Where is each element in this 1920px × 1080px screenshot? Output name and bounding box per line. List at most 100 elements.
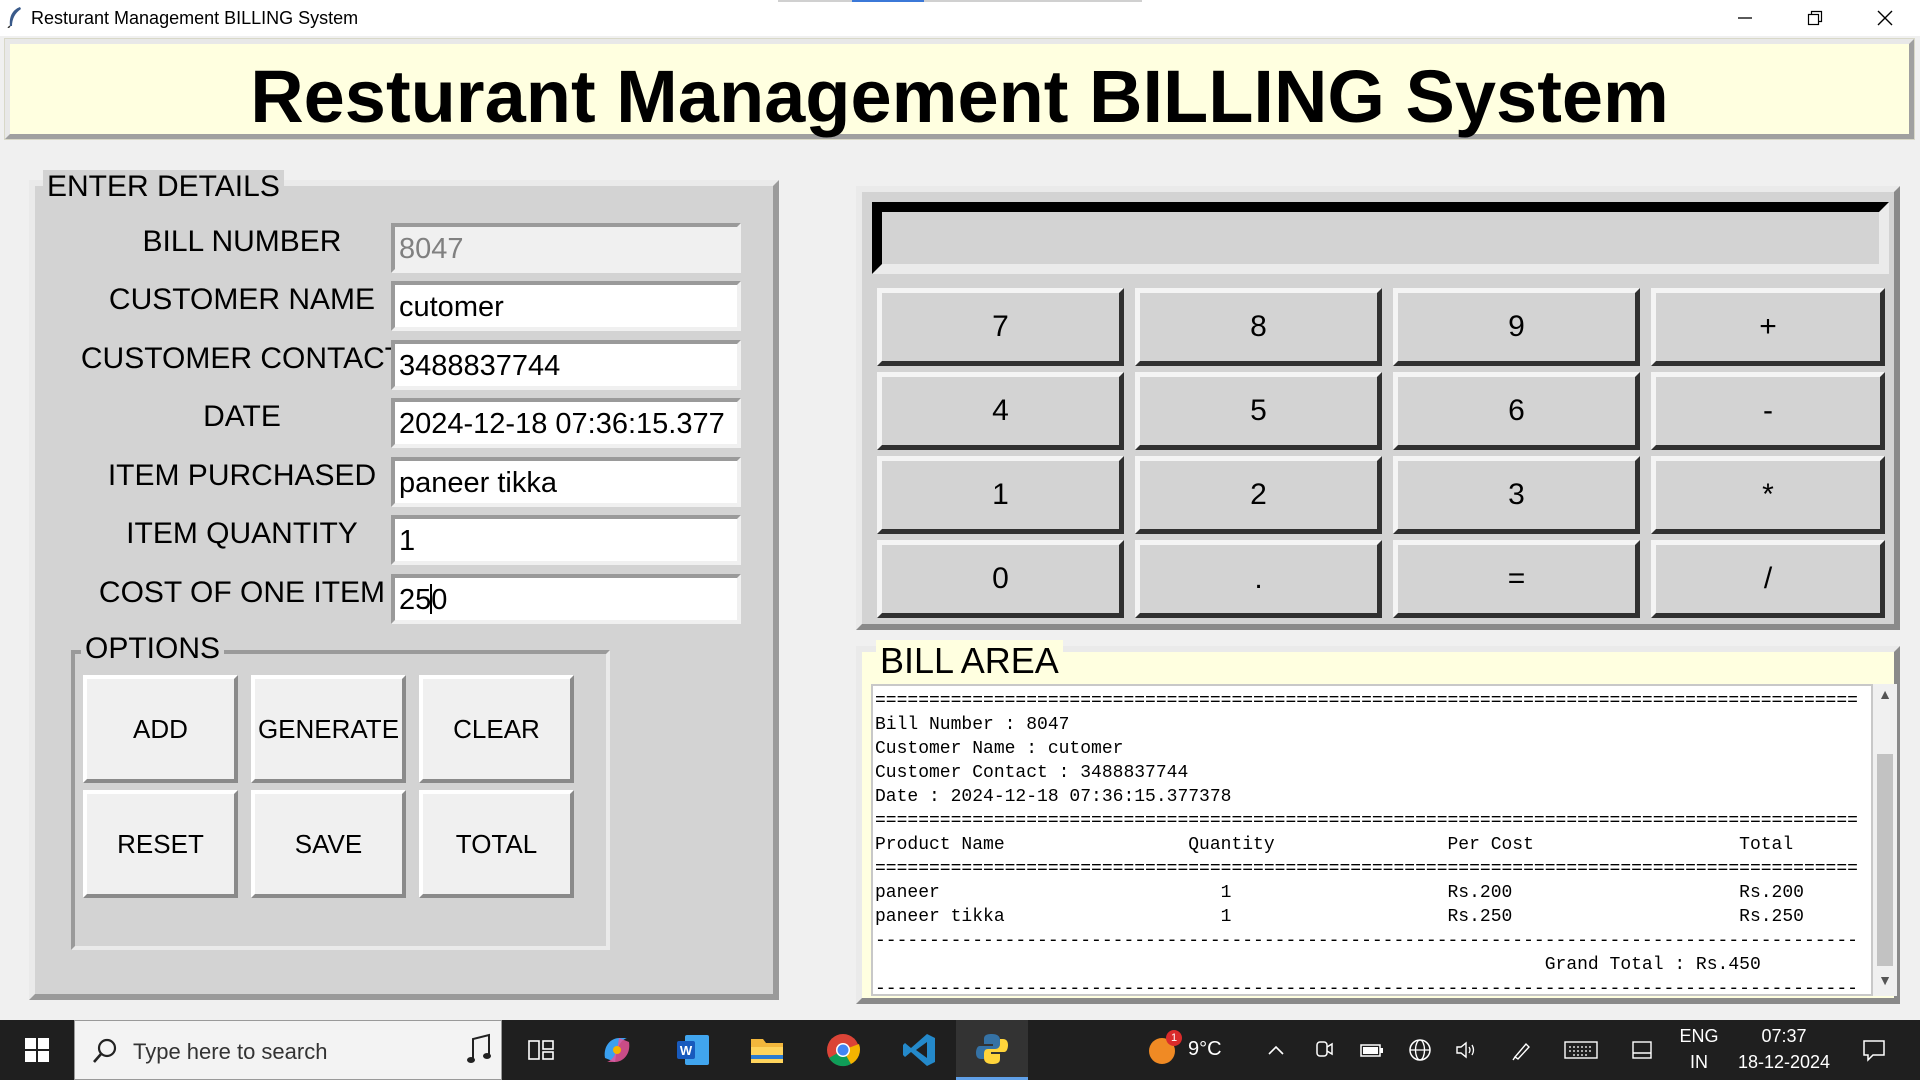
item-quantity-field[interactable]: 1 [391, 515, 741, 565]
calc-key-1[interactable]: 1 [877, 456, 1124, 534]
tablet-icon [1632, 1041, 1652, 1059]
weather-widget[interactable]: 1 [1140, 1020, 1184, 1080]
total-button[interactable]: TOTAL [419, 790, 574, 898]
bill-textarea[interactable]: ========================================… [871, 684, 1873, 996]
date-field[interactable]: 2024-12-18 07:36:15.377 [391, 398, 741, 448]
header-banner: Resturant Management BILLING System [4, 38, 1915, 140]
date-label: DATE [203, 400, 281, 433]
keyboard-icon [1564, 1041, 1598, 1059]
file-explorer-button[interactable] [742, 1020, 792, 1080]
customer-contact-label: CUSTOMER CONTACT [80, 342, 404, 375]
volume-tray[interactable] [1452, 1020, 1480, 1080]
page-title: Resturant Management BILLING System [250, 55, 1669, 138]
reset-button[interactable]: RESET [83, 790, 238, 898]
bill-area-frame: BILL AREA ==============================… [856, 640, 1900, 1004]
copilot-icon [604, 1038, 630, 1062]
meet-tray[interactable] [1310, 1020, 1338, 1080]
start-button[interactable] [10, 1020, 64, 1080]
calculator-display[interactable] [872, 202, 1889, 274]
calc-key-multiply[interactable]: * [1651, 456, 1885, 534]
windows-start-icon [25, 1038, 49, 1062]
clock-date[interactable]: 18-12-2024 [1732, 1052, 1836, 1073]
python-app-button[interactable] [956, 1020, 1028, 1080]
pen-tray[interactable] [1508, 1020, 1536, 1080]
minimize-button[interactable] [1710, 0, 1780, 36]
calc-key-3[interactable]: 3 [1393, 456, 1640, 534]
copilot-button[interactable] [592, 1020, 642, 1080]
calc-key-2[interactable]: 2 [1135, 456, 1382, 534]
calc-key-7[interactable]: 7 [877, 288, 1124, 366]
search-placeholder: Type here to search [133, 1039, 328, 1064]
search-icon [93, 1038, 117, 1063]
calc-key-4[interactable]: 4 [877, 372, 1124, 450]
item-purchased-label: ITEM PURCHASED [107, 459, 377, 492]
battery-tray[interactable] [1358, 1020, 1386, 1080]
restore-button[interactable] [1780, 0, 1850, 36]
enter-details-legend: ENTER DETAILS [43, 170, 284, 204]
clock-time[interactable]: 07:37 [1732, 1026, 1836, 1047]
word-button[interactable]: W [668, 1020, 718, 1080]
save-button[interactable]: SAVE [251, 790, 406, 898]
calc-key-0[interactable]: 0 [877, 540, 1124, 618]
language-line1[interactable]: ENG [1676, 1026, 1722, 1047]
customer-name-field[interactable]: cutomer [391, 281, 741, 331]
calc-key-equals[interactable]: = [1393, 540, 1640, 618]
scroll-up-icon[interactable]: ▲ [1873, 686, 1897, 708]
restore-icon [1807, 10, 1823, 26]
notifications-icon [1863, 1040, 1885, 1062]
tablet-tray[interactable] [1628, 1020, 1656, 1080]
vscode-icon [903, 1034, 935, 1066]
clear-button[interactable]: CLEAR [419, 675, 574, 783]
pen-icon [1512, 1042, 1530, 1061]
item-purchased-field[interactable]: paneer tikka [391, 457, 741, 507]
taskbar-search-box[interactable]: Type here to search [74, 1020, 502, 1080]
bill-number-label: BILL NUMBER [142, 225, 342, 258]
calc-key-8[interactable]: 8 [1135, 288, 1382, 366]
calc-key-9[interactable]: 9 [1393, 288, 1640, 366]
close-icon [1877, 10, 1893, 26]
notifications-button[interactable] [1856, 1020, 1892, 1080]
cost-text-before-cursor: 25 [399, 584, 432, 616]
close-button[interactable] [1850, 0, 1920, 36]
taskbar: Type here to search W 1 9°C ENG IN 07:37… [0, 1020, 1920, 1080]
file-explorer-icon [751, 1039, 783, 1063]
calc-key-minus[interactable]: - [1651, 372, 1885, 450]
touch-keyboard-tray[interactable] [1562, 1020, 1600, 1080]
language-line2[interactable]: IN [1676, 1052, 1722, 1073]
bill-number-field: 8047 [391, 223, 741, 273]
calc-key-plus[interactable]: + [1651, 288, 1885, 366]
customer-contact-field[interactable]: 3488837744 [391, 340, 741, 390]
scroll-down-icon[interactable]: ▼ [1873, 972, 1897, 994]
options-frame: OPTIONS ADD GENERATE CLEAR RESET SAVE TO… [71, 632, 610, 950]
task-view-button[interactable] [516, 1020, 566, 1080]
calc-key-decimal[interactable]: . [1135, 540, 1382, 618]
show-hidden-icons[interactable] [1262, 1020, 1290, 1080]
chrome-button[interactable] [818, 1020, 868, 1080]
calc-key-5[interactable]: 5 [1135, 372, 1382, 450]
enter-details-frame: ENTER DETAILS BILL NUMBER 8047 CUSTOMER … [29, 170, 779, 1000]
music-note-icon [467, 1033, 491, 1063]
bill-scrollbar[interactable]: ▲ ▼ [1873, 684, 1897, 996]
chrome-icon [827, 1034, 861, 1067]
window-title: Resturant Management BILLING System [31, 8, 359, 28]
cost-of-one-item-label: COST OF ONE ITEM [98, 576, 386, 609]
weather-temp[interactable]: 9°C [1188, 1038, 1222, 1061]
customer-name-label: CUSTOMER NAME [108, 283, 376, 316]
calc-key-divide[interactable]: / [1651, 540, 1885, 618]
meet-icon [1316, 1041, 1333, 1057]
weather-badge: 1 [1166, 1030, 1182, 1046]
task-view-icon [528, 1040, 554, 1060]
scroll-thumb[interactable] [1877, 754, 1893, 966]
network-tray[interactable] [1406, 1020, 1434, 1080]
volume-icon [1456, 1041, 1475, 1059]
calc-key-6[interactable]: 6 [1393, 372, 1640, 450]
cost-of-one-item-field[interactable]: 250 [391, 574, 741, 624]
python-icon [976, 1033, 1008, 1064]
chevron-up-icon [1268, 1045, 1284, 1055]
add-button[interactable]: ADD [83, 675, 238, 783]
vscode-button[interactable] [894, 1020, 944, 1080]
calculator-frame: 7 8 9 + 4 5 6 - 1 2 3 * 0 . = / [856, 186, 1900, 630]
cost-text-after-cursor: 0 [431, 584, 448, 616]
options-legend: OPTIONS [81, 632, 225, 666]
generate-button[interactable]: GENERATE [251, 675, 406, 783]
